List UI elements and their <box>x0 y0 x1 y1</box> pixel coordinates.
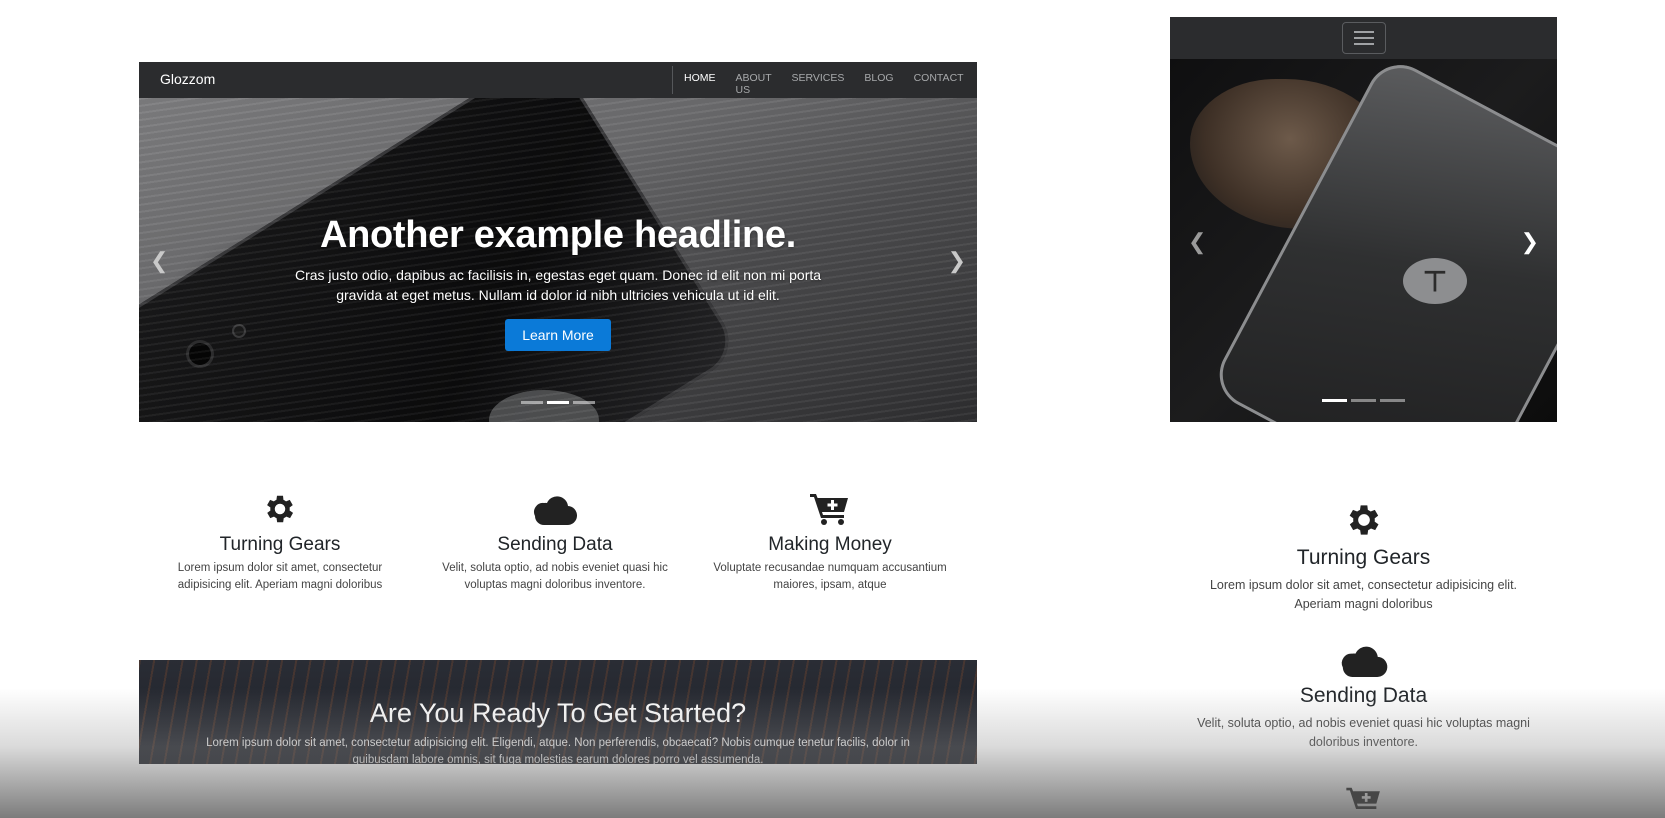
mobile-hero-carousel: ⊤ ❮ ❯ <box>1170 59 1557 422</box>
mobile-navbar <box>1170 17 1557 59</box>
mobile-carousel-indicators <box>1170 399 1557 402</box>
feature-making-money: Making Money Voluptate recusandae numqua… <box>710 490 950 594</box>
feature-text: Lorem ipsum dolor sit amet, consectetur … <box>1209 578 1518 611</box>
desktop-preview: Glozzom HOME ABOUT US SERVICES BLOG CONT… <box>139 62 977 660</box>
gear-icon <box>160 490 400 528</box>
hero-headline: Another example headline. <box>319 214 797 256</box>
feature-title: Making Money <box>768 534 892 555</box>
mobile-carousel-next-button[interactable]: ❯ <box>1521 229 1539 255</box>
navbar-brand[interactable]: Glozzom <box>160 71 215 87</box>
hero-caption: Another example headline. Cras justo odi… <box>139 214 977 351</box>
hero-carousel: ❮ ❯ Another example headline. Cras justo… <box>139 98 977 422</box>
carousel-indicator-1[interactable] <box>1322 399 1347 402</box>
chevron-right-icon: ❯ <box>1520 229 1539 254</box>
carousel-indicator-2[interactable] <box>547 401 569 404</box>
nav-links: HOME ABOUT US SERVICES BLOG CONTACT <box>684 72 984 96</box>
learn-more-button[interactable]: Learn More <box>505 319 611 351</box>
chevron-left-icon: ❮ <box>1188 229 1207 254</box>
feature-text: Lorem ipsum dolor sit amet, consectetur … <box>177 562 383 591</box>
nav-link-about[interactable]: ABOUT US <box>736 72 772 96</box>
navbar: Glozzom HOME ABOUT US SERVICES BLOG CONT… <box>139 62 977 98</box>
feature-text: Velit, soluta optio, ad nobis eveniet qu… <box>442 562 668 591</box>
carousel-indicator-1[interactable] <box>521 401 543 404</box>
cart-plus-icon <box>1170 786 1557 816</box>
nav-link-home[interactable]: HOME <box>684 72 716 96</box>
mobile-preview: ⊤ ❮ ❯ <box>1170 17 1557 422</box>
feature-title: Turning Gears <box>1296 546 1431 569</box>
carousel-indicator-3[interactable] <box>1380 399 1405 402</box>
hero-text: Cras justo odio, dapibus ac facilisis in… <box>294 267 822 303</box>
cta-text: Lorem ipsum dolor sit amet, consectetur … <box>206 737 910 764</box>
nav-link-services[interactable]: SERVICES <box>791 72 844 96</box>
gear-icon <box>1170 500 1557 540</box>
carousel-indicator-3[interactable] <box>573 401 595 404</box>
nav-divider <box>672 66 673 94</box>
navbar-toggler-button[interactable] <box>1342 22 1386 54</box>
nav-link-contact[interactable]: CONTACT <box>914 72 964 96</box>
features-section: Turning Gears Lorem ipsum dolor sit amet… <box>139 422 977 660</box>
carousel-indicator-2[interactable] <box>1351 399 1376 402</box>
mobile-feature-turning-gears: Turning Gears Lorem ipsum dolor sit amet… <box>1170 500 1557 614</box>
mobile-carousel-prev-button[interactable]: ❮ <box>1188 229 1206 255</box>
feature-turning-gears: Turning Gears Lorem ipsum dolor sit amet… <box>160 490 400 594</box>
cloud-icon <box>1170 642 1557 678</box>
feature-text: Voluptate recusandae numquam accusantium… <box>713 562 947 591</box>
mobile-feature-making-money <box>1170 786 1557 816</box>
feature-sending-data: Sending Data Velit, soluta optio, ad nob… <box>435 490 675 594</box>
feature-text: Velit, soluta optio, ad nobis eveniet qu… <box>1197 716 1530 749</box>
cart-plus-icon <box>710 490 950 528</box>
feature-title: Sending Data <box>497 534 613 555</box>
feature-title: Sending Data <box>1299 684 1428 707</box>
nav-link-blog[interactable]: BLOG <box>864 72 893 96</box>
cta-section: Are You Ready To Get Started? Lorem ipsu… <box>139 660 977 764</box>
carousel-indicators <box>139 401 977 404</box>
cta-title: Are You Ready To Get Started? <box>369 698 747 728</box>
hammer-logo-icon: ⊤ <box>1403 258 1467 304</box>
cloud-icon <box>435 490 675 528</box>
feature-title: Turning Gears <box>219 534 341 555</box>
mobile-feature-sending-data: Sending Data Velit, soluta optio, ad nob… <box>1170 642 1557 752</box>
